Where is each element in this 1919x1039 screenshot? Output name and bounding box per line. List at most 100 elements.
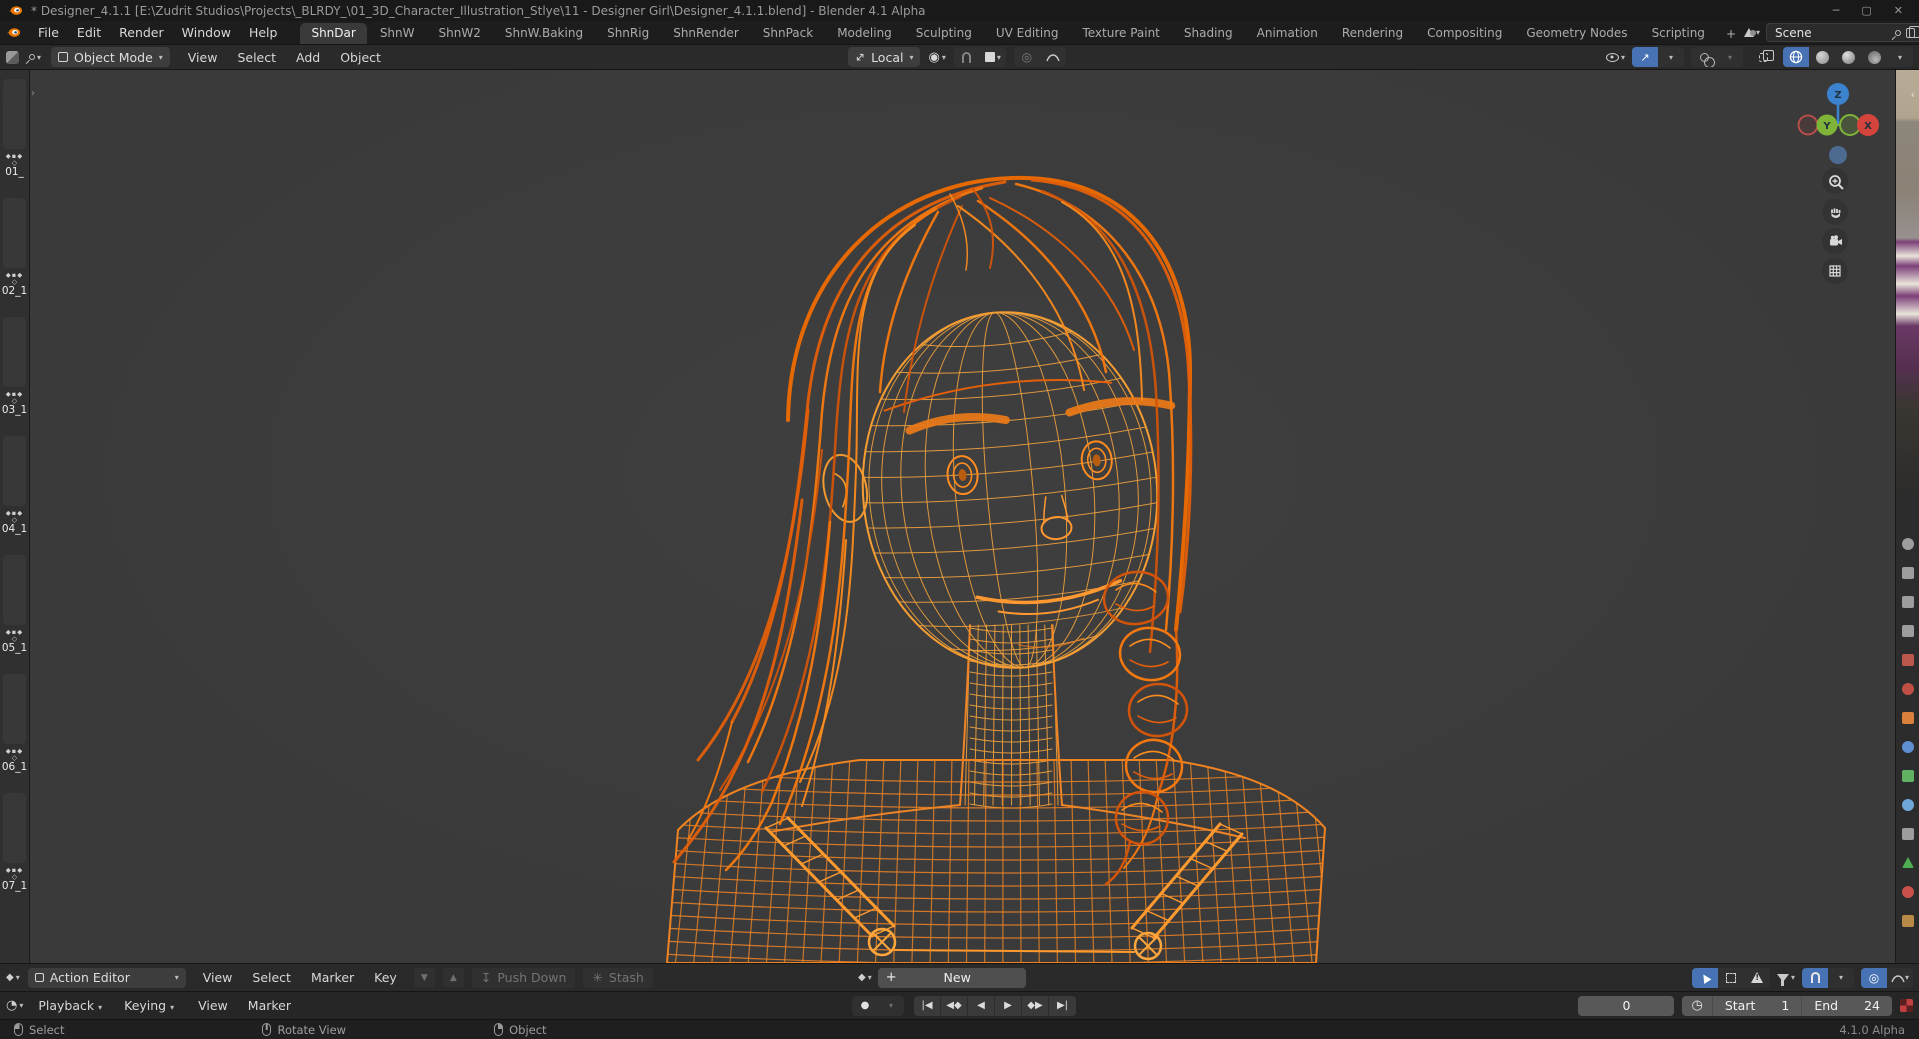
start-frame-field[interactable]: Start1 — [1712, 996, 1802, 1016]
workspace-tab-texture-paint[interactable]: Texture Paint — [1071, 23, 1170, 44]
jump-to-end-button[interactable]: ▶| — [1049, 996, 1076, 1016]
channel-item[interactable]: ◆▪◆◇05_1 — [0, 629, 29, 654]
tab-render-icon[interactable] — [1902, 567, 1914, 579]
timeline-menu-view[interactable]: View — [189, 996, 237, 1015]
workspace-tab-shnw-baking[interactable]: ShnW.Baking — [494, 23, 594, 44]
tab-output-icon[interactable] — [1902, 596, 1914, 608]
expand-panel-arrow[interactable]: ‹ — [1911, 88, 1915, 101]
tab-particles-icon[interactable] — [1902, 770, 1914, 782]
pan-button[interactable] — [1822, 199, 1848, 225]
show-object-types-dropdown[interactable]: ▾ — [1606, 53, 1625, 62]
navigation-gizmo[interactable]: YXZ — [1799, 83, 1880, 164]
scene-selector[interactable]: Scene × — [1766, 23, 1919, 42]
workspace-tab-shading[interactable]: Shading — [1173, 23, 1244, 44]
channel-item[interactable]: ◆▪◆◇03_1 — [0, 391, 29, 416]
box-select-tool-button[interactable] — [1718, 968, 1744, 988]
proportional-edit-toggle[interactable]: ◎ — [1014, 47, 1040, 67]
menu-render[interactable]: Render — [110, 23, 173, 42]
gizmos-dropdown[interactable]: ▾ — [1658, 47, 1684, 67]
auto-keying-toggle[interactable]: ● — [852, 996, 878, 1016]
properties-region-sliver[interactable]: ‹ — [1895, 70, 1919, 963]
overlays-dropdown[interactable]: ▾ — [1717, 47, 1743, 67]
dope-menu-key[interactable]: Key — [365, 968, 406, 987]
editor-type-button[interactable]: ◆▾ — [6, 972, 20, 983]
viewport-canvas[interactable]: YXZ — [30, 70, 1895, 963]
workspace-tab-scripting[interactable]: Scripting — [1641, 23, 1716, 44]
workspace-tab-shndar[interactable]: ShnDar — [300, 23, 366, 44]
viewport-menu-select[interactable]: Select — [229, 48, 284, 67]
snap-settings-dropdown[interactable]: ▾ — [980, 47, 1006, 67]
shading-solid-button[interactable] — [1809, 47, 1835, 67]
view-mode-pin-button[interactable]: ▾ — [29, 53, 41, 62]
workspace-tab-shnw[interactable]: ShnW — [369, 23, 426, 44]
new-action-button[interactable]: + New — [878, 968, 1026, 988]
viewport-menu-add[interactable]: Add — [288, 48, 328, 67]
menu-edit[interactable]: Edit — [68, 23, 110, 42]
workspace-tab-compositing[interactable]: Compositing — [1416, 23, 1513, 44]
previous-keyframe-button[interactable]: ◀◆ — [941, 996, 968, 1016]
gizmo-negx-handle[interactable] — [1799, 116, 1818, 135]
menu-file[interactable]: File — [29, 23, 68, 42]
channel-item[interactable]: ◆▪◆◇04_1 — [0, 510, 29, 535]
dope-sheet-channels-strip[interactable]: › ◆▪◆◇01_◆▪◆◇02_1◆▪◆◇03_1◆▪◆◇04_1◆▪◆◇05_… — [0, 70, 30, 963]
move-channel-up-button[interactable]: ▲ — [443, 968, 464, 987]
auto-keying-dropdown[interactable]: ▾ — [878, 996, 904, 1016]
dope-menu-select[interactable]: Select — [243, 968, 300, 987]
gizmos-toggle[interactable]: ↗ — [1632, 47, 1658, 67]
workspace-tab-geometry-nodes[interactable]: Geometry Nodes — [1515, 23, 1638, 44]
tab-world-icon[interactable] — [1902, 683, 1914, 695]
timeline-editor-type-button[interactable]: ◔▾ — [6, 998, 23, 1013]
tab-scene-icon[interactable] — [1902, 654, 1914, 666]
shading-rendered-button[interactable] — [1861, 47, 1887, 67]
menu-help[interactable]: Help — [240, 23, 287, 42]
mode-dropdown[interactable]: Object Mode ▾ — [51, 47, 170, 67]
push-down-button[interactable]: ↧ Push Down — [472, 968, 576, 988]
play-button[interactable]: ▶ — [995, 996, 1022, 1016]
workspace-tab-rendering[interactable]: Rendering — [1331, 23, 1414, 44]
tab-object-icon[interactable] — [1902, 712, 1914, 724]
tab-constraints-icon[interactable] — [1902, 828, 1914, 840]
channel-item[interactable]: ◆▪◆◇01_ — [0, 153, 29, 178]
tweak-tool-button[interactable]: ▲ — [1692, 968, 1718, 988]
falloff-dropdown[interactable] — [1040, 47, 1066, 67]
jump-to-start-button[interactable]: |◀ — [914, 996, 941, 1016]
pin-icon[interactable] — [1894, 28, 1902, 36]
next-keyframe-button[interactable]: ◆▶ — [1022, 996, 1049, 1016]
viewport-menu-object[interactable]: Object — [332, 48, 389, 67]
tab-modifiers-icon[interactable] — [1902, 741, 1914, 753]
workspace-tab-shnpack[interactable]: ShnPack — [752, 23, 824, 44]
workspace-tab-modeling[interactable]: Modeling — [826, 23, 903, 44]
workspace-tab-shnw2[interactable]: ShnW2 — [428, 23, 492, 44]
snap-toggle[interactable] — [1802, 968, 1828, 988]
shading-wireframe-button[interactable] — [1783, 47, 1809, 67]
menu-window[interactable]: Window — [173, 23, 240, 42]
blender-logo-icon[interactable] — [6, 25, 21, 40]
stash-button[interactable]: ✳ Stash — [583, 968, 652, 988]
show-errors-toggle[interactable] — [1744, 968, 1770, 988]
shading-dropdown[interactable]: ▾ — [1887, 47, 1913, 67]
tab-view-layer-icon[interactable] — [1902, 625, 1914, 637]
timeline-menu-marker[interactable]: Marker — [239, 996, 300, 1015]
xray-toggle[interactable] — [1750, 53, 1776, 62]
workspace-tab-sculpting[interactable]: Sculpting — [905, 23, 983, 44]
shading-material-button[interactable] — [1835, 47, 1861, 67]
use-preview-range-toggle[interactable]: ◷ — [1682, 996, 1711, 1016]
proportional-edit-toggle[interactable]: ◎ — [1861, 968, 1887, 988]
workspace-tab-uv-editing[interactable]: UV Editing — [985, 23, 1070, 44]
channel-item[interactable]: ◆▪◆◇07_1 — [0, 867, 29, 892]
dope-menu-marker[interactable]: Marker — [302, 968, 363, 987]
editor-type-button[interactable] — [6, 51, 19, 64]
current-frame-field[interactable]: 0 — [1578, 996, 1674, 1016]
pivot-point-dropdown[interactable]: ◉▾ — [928, 50, 945, 65]
minimize-button[interactable]: ─ — [1833, 4, 1840, 17]
overlays-toggle[interactable] — [1691, 47, 1717, 67]
dope-mode-dropdown[interactable]: Action Editor ▾ — [28, 968, 186, 988]
tab-tool-icon[interactable] — [1902, 538, 1914, 550]
tab-texture-icon[interactable] — [1902, 915, 1914, 927]
action-browse-button[interactable]: ◆▾ — [858, 972, 872, 983]
maximize-button[interactable]: ▢ — [1861, 4, 1871, 17]
workspace-tab-animation[interactable]: Animation — [1246, 23, 1329, 44]
close-button[interactable]: ✕ — [1894, 4, 1903, 17]
dope-menu-view[interactable]: View — [194, 968, 242, 987]
tab-material-icon[interactable] — [1902, 886, 1914, 898]
